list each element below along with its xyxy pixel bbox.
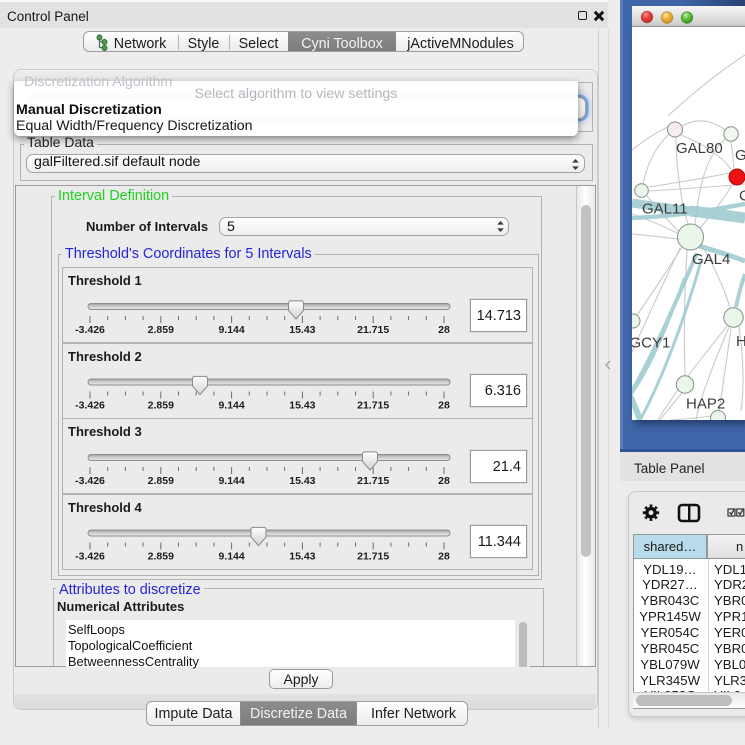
svg-text:15.43: 15.43 <box>289 324 315 336</box>
svg-text:21.715: 21.715 <box>357 551 389 563</box>
svg-text:GAL80: GAL80 <box>676 140 723 157</box>
svg-text:GA: GA <box>735 147 745 164</box>
svg-text:9.144: 9.144 <box>218 324 244 336</box>
svg-text:GAL4: GAL4 <box>692 251 730 268</box>
svg-text:9.144: 9.144 <box>218 551 244 563</box>
svg-text:C: C <box>739 188 745 205</box>
svg-text:21.715: 21.715 <box>357 475 389 487</box>
svg-text:2.859: 2.859 <box>148 551 174 563</box>
svg-text:9.144: 9.144 <box>218 400 244 412</box>
svg-text:-3.426: -3.426 <box>75 400 105 412</box>
svg-text:15.43: 15.43 <box>289 551 315 563</box>
svg-text:-3.426: -3.426 <box>75 551 105 563</box>
svg-text:GCY1: GCY1 <box>632 335 670 352</box>
svg-text:2.859: 2.859 <box>148 400 174 412</box>
svg-text:HAP2: HAP2 <box>686 396 725 413</box>
svg-text:15.43: 15.43 <box>289 475 315 487</box>
svg-text:2.859: 2.859 <box>148 475 174 487</box>
svg-text:-3.426: -3.426 <box>75 324 105 336</box>
svg-text:15.43: 15.43 <box>289 400 315 412</box>
svg-text:28: 28 <box>438 551 450 563</box>
svg-text:21.715: 21.715 <box>357 324 389 336</box>
svg-text:H: H <box>736 333 745 350</box>
svg-text:28: 28 <box>438 400 450 412</box>
svg-text:2.859: 2.859 <box>148 324 174 336</box>
svg-text:9.144: 9.144 <box>218 475 244 487</box>
svg-text:GAL11: GAL11 <box>642 201 688 218</box>
svg-text:-3.426: -3.426 <box>75 475 105 487</box>
svg-text:28: 28 <box>438 475 450 487</box>
svg-text:28: 28 <box>438 324 450 336</box>
svg-text:21.715: 21.715 <box>357 400 389 412</box>
